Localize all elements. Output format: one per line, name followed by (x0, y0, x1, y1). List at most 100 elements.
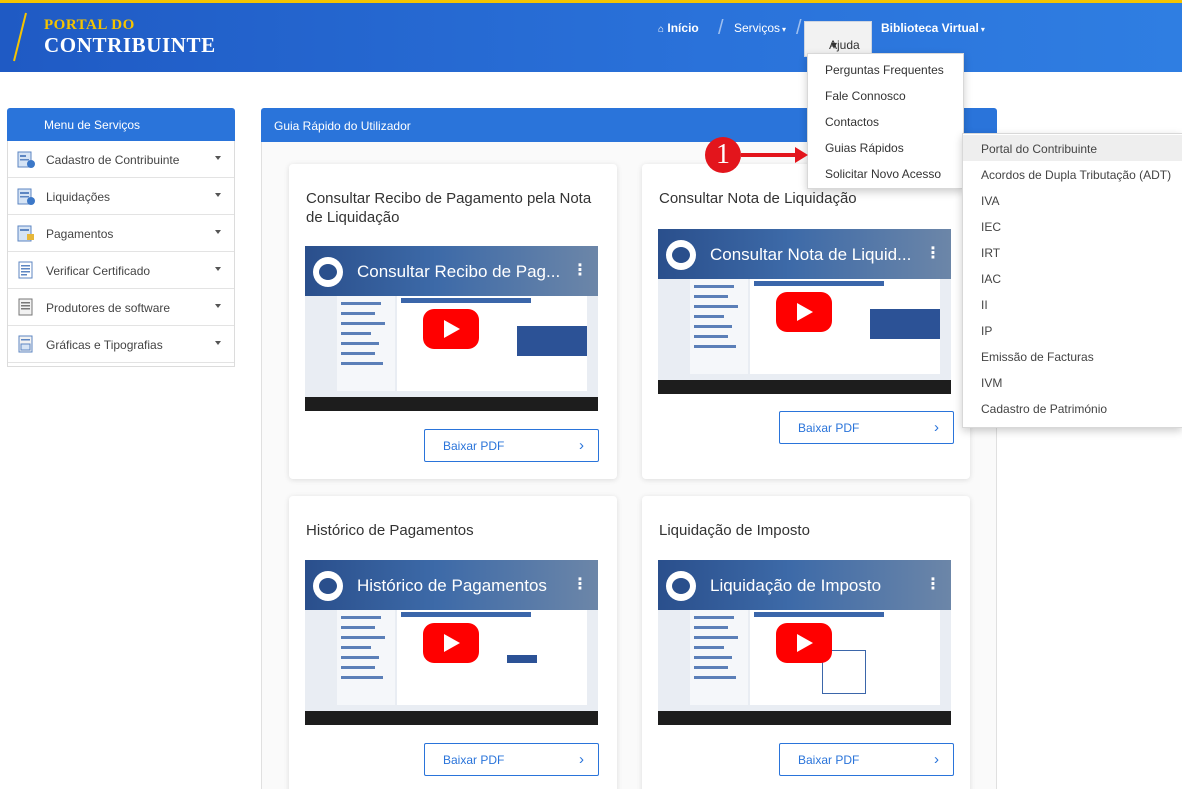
brand-line-2[interactable]: CONTRIBUINTE (44, 33, 216, 58)
card-title: Histórico de Pagamentos (306, 522, 474, 539)
menu-item-fale-connosco[interactable]: Fale Connosco (825, 89, 906, 103)
submenu-item-emissao-de-facturas[interactable]: Emissão de Facturas (981, 350, 1094, 364)
play-icon (444, 634, 460, 652)
video-control-bar (658, 380, 951, 394)
submenu-item-adt[interactable]: Acordos de Dupla Tributação (ADT) (981, 168, 1171, 182)
nav-separator: / (796, 17, 802, 39)
sidebar-item-produtores[interactable]: Produtores de software (8, 289, 234, 326)
sidebar-title: Menu de Serviços (44, 118, 141, 132)
submenu-item-iac[interactable]: IAC (981, 272, 1001, 286)
print-doc-icon (18, 335, 33, 353)
card-title: Consultar Nota de Liquidação (659, 190, 857, 207)
video-title[interactable]: Consultar Recibo de Pag... (357, 262, 560, 282)
sidebar-item-liquidacoes[interactable]: Liquidações (8, 178, 234, 215)
nav-biblioteca[interactable]: Biblioteca Virtual ▾ (881, 21, 985, 35)
chevron-right-icon: › (934, 751, 939, 768)
video-player[interactable]: Consultar Nota de Liquid... ⋮ (658, 229, 951, 394)
annotation-number-marker: 1 (705, 137, 741, 173)
submenu-item-ip[interactable]: IP (981, 324, 992, 338)
video-control-bar (305, 397, 598, 411)
guide-card: Liquidação de Imposto Liquidação de Impo… (642, 496, 970, 789)
video-player[interactable]: Liquidação de Imposto ⋮ (658, 560, 951, 725)
download-pdf-button[interactable]: Baixar PDF › (779, 411, 954, 444)
play-icon (797, 634, 813, 652)
video-screenshot-sidebar (690, 610, 748, 705)
payment-doc-icon (17, 225, 34, 242)
guide-card: Consultar Recibo de Pagamento pela Nota … (289, 164, 617, 479)
video-player[interactable]: Histórico de Pagamentos ⋮ (305, 560, 598, 725)
sidebar-item-graficas[interactable]: Gráficas e Tipografias (8, 326, 234, 363)
play-button[interactable] (776, 623, 832, 663)
sidebar-item-label: Liquidações (46, 190, 111, 204)
caret-down-icon (215, 230, 221, 234)
more-options-icon[interactable]: ⋮ (572, 260, 588, 280)
brand-line-1[interactable]: PORTAL DO (44, 17, 135, 34)
submenu-item-irt[interactable]: IRT (981, 246, 1000, 260)
nav-ajuda[interactable]: Ajuda ▾ (804, 21, 872, 57)
channel-logo-icon (666, 571, 696, 601)
card-title: Consultar Recibo de Pagamento pela Nota … (306, 190, 592, 226)
guide-card: Consultar Nota de Liquidação Consultar N… (642, 164, 970, 479)
nav-servicos[interactable]: Serviços ▾ (734, 21, 786, 35)
nav-inicio[interactable]: ⌂ Início (658, 21, 699, 35)
channel-logo-icon (313, 571, 343, 601)
video-title[interactable]: Histórico de Pagamentos (357, 576, 547, 596)
more-options-icon[interactable]: ⋮ (925, 243, 941, 263)
sidebar-item-cadastro[interactable]: Cadastro de Contribuinte (8, 141, 234, 178)
video-title[interactable]: Liquidação de Imposto (710, 576, 881, 596)
video-title[interactable]: Consultar Nota de Liquid... (710, 245, 911, 265)
submenu-item-ii[interactable]: II (981, 298, 988, 312)
panel-title: Guia Rápido do Utilizador (274, 119, 411, 133)
chevron-right-icon: › (934, 419, 939, 436)
guias-rapidos-submenu: Portal do Contribuinte Acordos de Dupla … (962, 133, 1182, 428)
download-pdf-button[interactable]: Baixar PDF › (779, 743, 954, 776)
download-pdf-label: Baixar PDF (443, 753, 505, 767)
sidebar-header: Menu de Serviços (7, 108, 235, 141)
sidebar-item-label: Pagamentos (46, 227, 114, 241)
download-pdf-label: Baixar PDF (798, 753, 860, 767)
nav-inicio-label: Início (667, 21, 699, 35)
play-icon (444, 320, 460, 338)
sidebar-item-label: Verificar Certificado (46, 264, 151, 278)
caret-down-icon (215, 341, 221, 345)
more-options-icon[interactable]: ⋮ (572, 574, 588, 594)
menu-item-solicitar-novo-acesso[interactable]: Solicitar Novo Acesso (825, 167, 941, 181)
submenu-item-iec[interactable]: IEC (981, 220, 1001, 234)
ajuda-dropdown-menu: Perguntas Frequentes Fale Connosco Conta… (807, 53, 964, 189)
menu-item-contactos[interactable]: Contactos (825, 115, 879, 129)
annotation-arrow-line (741, 153, 797, 157)
video-control-bar (305, 711, 598, 725)
download-pdf-button[interactable]: Baixar PDF › (424, 743, 599, 776)
caret-down-icon (215, 267, 221, 271)
submenu-item-cadastro-de-patrimonio[interactable]: Cadastro de Património (981, 402, 1107, 416)
video-control-bar (658, 711, 951, 725)
annotation-arrow-icon (795, 147, 808, 163)
play-button[interactable] (423, 309, 479, 349)
video-screenshot-sidebar (690, 279, 748, 374)
submenu-item-ivm[interactable]: IVM (981, 376, 1002, 390)
card-title: Liquidação de Imposto (659, 522, 810, 539)
play-icon (797, 303, 813, 321)
video-player[interactable]: Consultar Recibo de Pag... ⋮ (305, 246, 598, 411)
caret-down-icon: ▾ (782, 25, 787, 34)
video-screenshot-sidebar (337, 296, 395, 391)
sidebar-item-certificado[interactable]: Verificar Certificado (8, 252, 234, 289)
channel-logo-icon (313, 257, 343, 287)
menu-item-guias-rapidos[interactable]: Guias Rápidos (825, 141, 904, 155)
more-options-icon[interactable]: ⋮ (925, 574, 941, 594)
submenu-item-iva[interactable]: IVA (981, 194, 999, 208)
download-pdf-label: Baixar PDF (443, 439, 505, 453)
sidebar-item-pagamentos[interactable]: Pagamentos (8, 215, 234, 252)
caret-down-icon: ▾ (980, 25, 985, 34)
submenu-item-portal-do-contribuinte[interactable]: Portal do Contribuinte (981, 142, 1097, 156)
certificate-icon (18, 261, 33, 279)
play-button[interactable] (423, 623, 479, 663)
logo-slash-icon (13, 12, 27, 62)
caret-down-icon (215, 304, 221, 308)
caret-down-icon: ▾ (831, 38, 838, 52)
menu-item-perguntas-frequentes[interactable]: Perguntas Frequentes (825, 63, 944, 77)
download-pdf-label: Baixar PDF (798, 421, 860, 435)
sidebar-menu: Cadastro de Contribuinte Liquidações Pag… (7, 141, 235, 367)
play-button[interactable] (776, 292, 832, 332)
download-pdf-button[interactable]: Baixar PDF › (424, 429, 599, 462)
